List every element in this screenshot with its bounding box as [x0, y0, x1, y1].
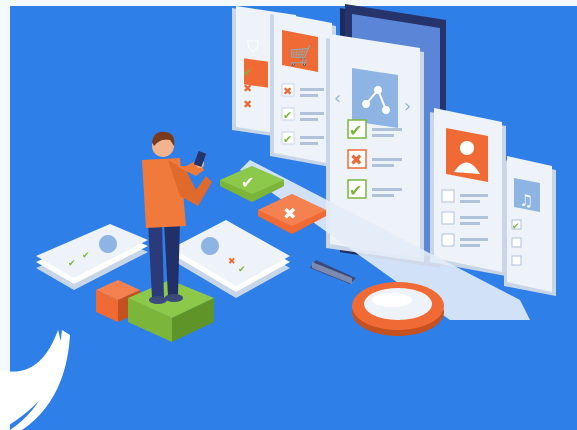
cross-icon: ✖ — [350, 151, 363, 169]
phone-call-icon — [99, 235, 117, 253]
check-icon: ✔ — [283, 133, 292, 146]
check-icon: ✔ — [241, 173, 254, 192]
check-icon: ✔ — [349, 121, 362, 140]
cross-icon: ✖ — [283, 204, 296, 223]
chevron-left-icon: ‹ — [334, 88, 341, 109]
card-user — [430, 108, 506, 276]
cross-icon: ✖ — [283, 85, 292, 98]
cross-icon: ✖ — [243, 82, 252, 95]
chevron-right-icon: › — [404, 96, 411, 117]
cross-icon: ✖ — [228, 257, 236, 267]
illustration: ⛉ ✔ ✖ ✖ 🛒 ✖ ✔ ✔ ‹ › ✔ ✖ ✔ ♫ ✔ ✔ ✖ ✔ ✔ ✖ … — [0, 0, 577, 430]
check-icon: ✔ — [238, 265, 246, 275]
location-pin-icon — [201, 237, 219, 255]
card-music: ♫ ✔ — [504, 156, 556, 296]
check-icon: ✔ — [512, 222, 520, 232]
check-icon: ✔ — [243, 66, 252, 79]
music-icon: ♫ — [519, 191, 533, 210]
shield-icon: ⛉ — [247, 37, 259, 56]
check-icon: ✔ — [82, 251, 90, 261]
check-icon: ✔ — [349, 181, 362, 200]
check-icon: ✔ — [68, 259, 76, 269]
illustration-canvas: ⛉ ✔ ✖ ✖ 🛒 ✖ ✔ ✔ ‹ › ✔ ✖ ✔ ♫ ✔ ✔ ✖ ✔ ✔ ✖ … — [0, 0, 577, 430]
cart-icon: 🛒 — [289, 43, 314, 67]
check-icon: ✔ — [283, 109, 292, 122]
cross-icon: ✖ — [243, 98, 252, 111]
